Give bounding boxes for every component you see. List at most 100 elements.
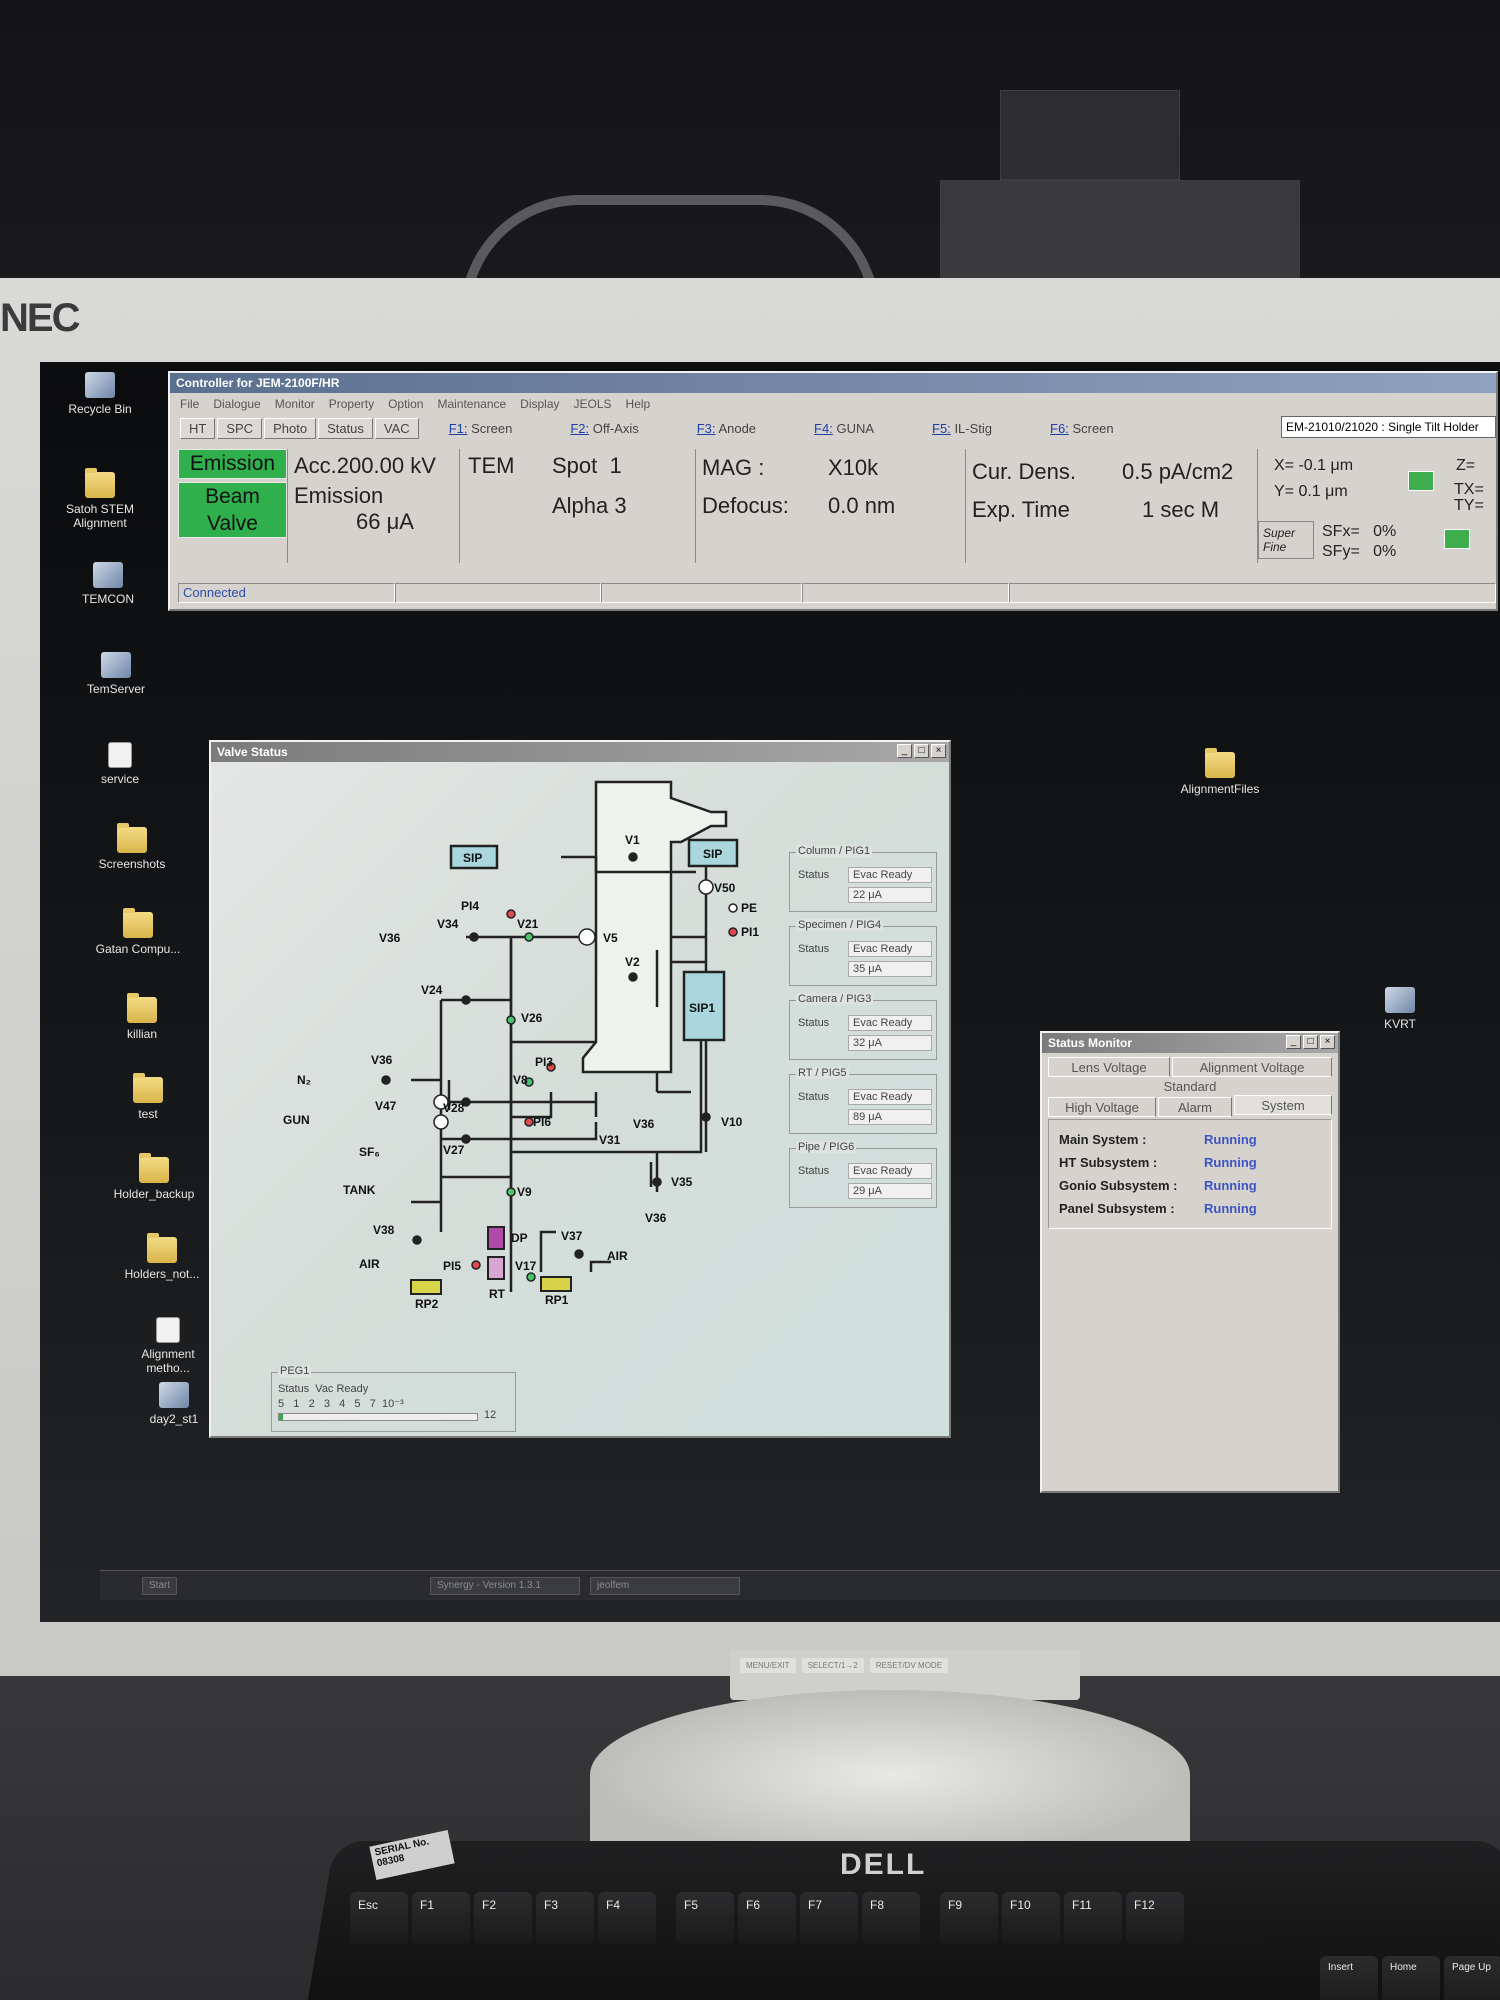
- keyboard-key[interactable]: F7: [800, 1892, 858, 1944]
- desktop-icon[interactable]: Screenshots: [82, 827, 182, 871]
- keyboard-brand: DELL: [840, 1848, 926, 1882]
- fine-label: Fine: [1263, 540, 1309, 554]
- menu-item[interactable]: File: [180, 397, 199, 411]
- menu-item[interactable]: Display: [520, 397, 559, 411]
- tab-standard[interactable]: Standard: [1048, 1077, 1332, 1097]
- beam-valve-button[interactable]: Beam Valve: [178, 482, 287, 538]
- super-fine-box[interactable]: Super Fine: [1258, 521, 1314, 559]
- keyboard-key[interactable]: F2: [474, 1892, 532, 1944]
- function-key-button[interactable]: F4: GUNA: [814, 421, 874, 436]
- toolbar-button[interactable]: Photo: [264, 418, 316, 439]
- taskbar-item[interactable]: Synergy - Version 1.3.1: [430, 1577, 580, 1595]
- minimize-icon[interactable]: _: [897, 744, 912, 758]
- keyboard-key[interactable]: F1: [412, 1892, 470, 1944]
- desktop-icon[interactable]: service: [70, 742, 170, 786]
- desktop-icon[interactable]: TemServer: [66, 652, 166, 696]
- desktop-icon[interactable]: Holder_backup: [104, 1157, 204, 1201]
- function-key-button[interactable]: F6: Screen: [1050, 421, 1114, 436]
- valve-label-v36c: V36: [633, 1117, 655, 1131]
- pig-status: Evac Ready: [848, 867, 932, 883]
- taskbar-item[interactable]: jeolfem: [590, 1577, 740, 1595]
- keyboard-key[interactable]: Esc: [350, 1892, 408, 1944]
- desktop-icon[interactable]: test: [98, 1077, 198, 1121]
- menu-item[interactable]: Option: [388, 397, 423, 411]
- desktop-icon[interactable]: Alignment metho...: [118, 1317, 218, 1375]
- desktop-icon[interactable]: Satoh STEM Alignment: [50, 472, 150, 530]
- valve-titlebar[interactable]: Valve Status _ □ ×: [211, 742, 949, 762]
- function-key-button[interactable]: F5: IL-Stig: [932, 421, 992, 436]
- close-icon[interactable]: ×: [1320, 1035, 1335, 1049]
- stage-go-button[interactable]: [1408, 471, 1434, 491]
- keyboard-key[interactable]: F8: [862, 1892, 920, 1944]
- holder-select[interactable]: EM-21010/21020 : Single Tilt Holder: [1281, 416, 1496, 438]
- valve-v17: [527, 1273, 535, 1281]
- status-value: Running: [1204, 1201, 1257, 1216]
- valve-v24: [462, 996, 470, 1004]
- desktop-icon[interactable]: Gatan Compu...: [88, 912, 188, 956]
- exptime-value: 1 sec M: [1142, 497, 1219, 523]
- desktop-icon[interactable]: killian: [92, 997, 192, 1041]
- function-key-button[interactable]: F1: Screen: [449, 421, 513, 436]
- menu-item[interactable]: Help: [626, 397, 651, 411]
- close-icon[interactable]: ×: [931, 744, 946, 758]
- menu-item[interactable]: Dialogue: [213, 397, 260, 411]
- toolbar-button[interactable]: HT: [180, 418, 215, 439]
- desktop-icon-label: Satoh STEM Alignment: [50, 502, 150, 530]
- valve-v10: [702, 1113, 710, 1121]
- osd-buttons: MENU/EXIT SELECT/1→2 RESET/DV MODE: [740, 1658, 948, 1673]
- toolbar-button[interactable]: Status: [318, 418, 373, 439]
- osd-menu-button[interactable]: MENU/EXIT: [740, 1658, 796, 1673]
- desktop-icon[interactable]: TEMCON: [58, 562, 158, 606]
- menu-item[interactable]: Property: [329, 397, 374, 411]
- dp-box: [488, 1227, 504, 1249]
- keyboard-key[interactable]: F3: [536, 1892, 594, 1944]
- desktop-icon-label: Recycle Bin: [50, 402, 150, 416]
- menu-item[interactable]: JEOLS: [574, 397, 612, 411]
- minimize-icon[interactable]: _: [1286, 1035, 1301, 1049]
- menu-item[interactable]: Maintenance: [437, 397, 506, 411]
- osd-select-button[interactable]: SELECT/1→2: [802, 1658, 864, 1673]
- desktop-icon[interactable]: KVRT: [1350, 987, 1450, 1031]
- keyboard-key[interactable]: Home: [1382, 1956, 1440, 2000]
- statusmon-titlebar[interactable]: Status Monitor _ □ ×: [1042, 1033, 1338, 1053]
- status-panel: Emission Beam Valve Acc.200.00 kV Emissi…: [178, 449, 1496, 563]
- stage-cell: X= -0.1 μm Y= 0.1 μm Z= TX= TY= Super Fi…: [1258, 449, 1488, 563]
- keyboard-key[interactable]: Page Up: [1444, 1956, 1500, 2000]
- emission-button[interactable]: Emission: [178, 449, 287, 479]
- valve-label-sip_left: SIP: [463, 851, 482, 865]
- sf-go-button[interactable]: [1444, 529, 1470, 549]
- keyboard-key[interactable]: F12: [1126, 1892, 1184, 1944]
- keyboard-key[interactable]: F4: [598, 1892, 656, 1944]
- keyboard-key[interactable]: F6: [738, 1892, 796, 1944]
- tab-high-voltage[interactable]: High Voltage: [1048, 1097, 1156, 1117]
- keyboard-key[interactable]: F11: [1064, 1892, 1122, 1944]
- desktop-icon[interactable]: AlignmentFiles: [1170, 752, 1270, 796]
- keyboard-key[interactable]: Insert: [1320, 1956, 1378, 2000]
- desktop-icon[interactable]: Holders_not...: [112, 1237, 212, 1281]
- controller-titlebar[interactable]: Controller for JEM-2100F/HR: [170, 373, 1496, 393]
- maximize-icon[interactable]: □: [1303, 1035, 1318, 1049]
- pig-status: Evac Ready: [848, 1089, 932, 1105]
- keyboard-key[interactable]: F5: [676, 1892, 734, 1944]
- valve-v9: [507, 1188, 515, 1196]
- tab-lens-voltage[interactable]: Lens Voltage: [1048, 1057, 1170, 1077]
- start-button[interactable]: Start: [142, 1577, 177, 1595]
- tab-alarm[interactable]: Alarm: [1158, 1097, 1232, 1117]
- function-key-button[interactable]: F2: Off-Axis: [570, 421, 638, 436]
- keyboard-key[interactable]: F10: [1002, 1892, 1060, 1944]
- keyboard-key[interactable]: F9: [940, 1892, 998, 1944]
- stage-x: X= -0.1 μm: [1274, 457, 1353, 475]
- connection-status: Connected: [178, 583, 395, 603]
- toolbar-button[interactable]: SPC: [217, 418, 262, 439]
- folder-icon: [147, 1237, 177, 1263]
- tab-system[interactable]: System: [1234, 1095, 1332, 1115]
- desktop-icon[interactable]: Recycle Bin: [50, 372, 150, 416]
- toolbar-button[interactable]: VAC: [375, 418, 419, 439]
- maximize-icon[interactable]: □: [914, 744, 929, 758]
- osd-reset-button[interactable]: RESET/DV MODE: [870, 1658, 948, 1673]
- function-key-button[interactable]: F3: Anode: [697, 421, 756, 436]
- menu-item[interactable]: Monitor: [275, 397, 315, 411]
- window-title: Controller for JEM-2100F/HR: [176, 376, 339, 390]
- rp2-box: [411, 1280, 441, 1294]
- tab-alignment-voltage[interactable]: Alignment Voltage: [1172, 1057, 1332, 1077]
